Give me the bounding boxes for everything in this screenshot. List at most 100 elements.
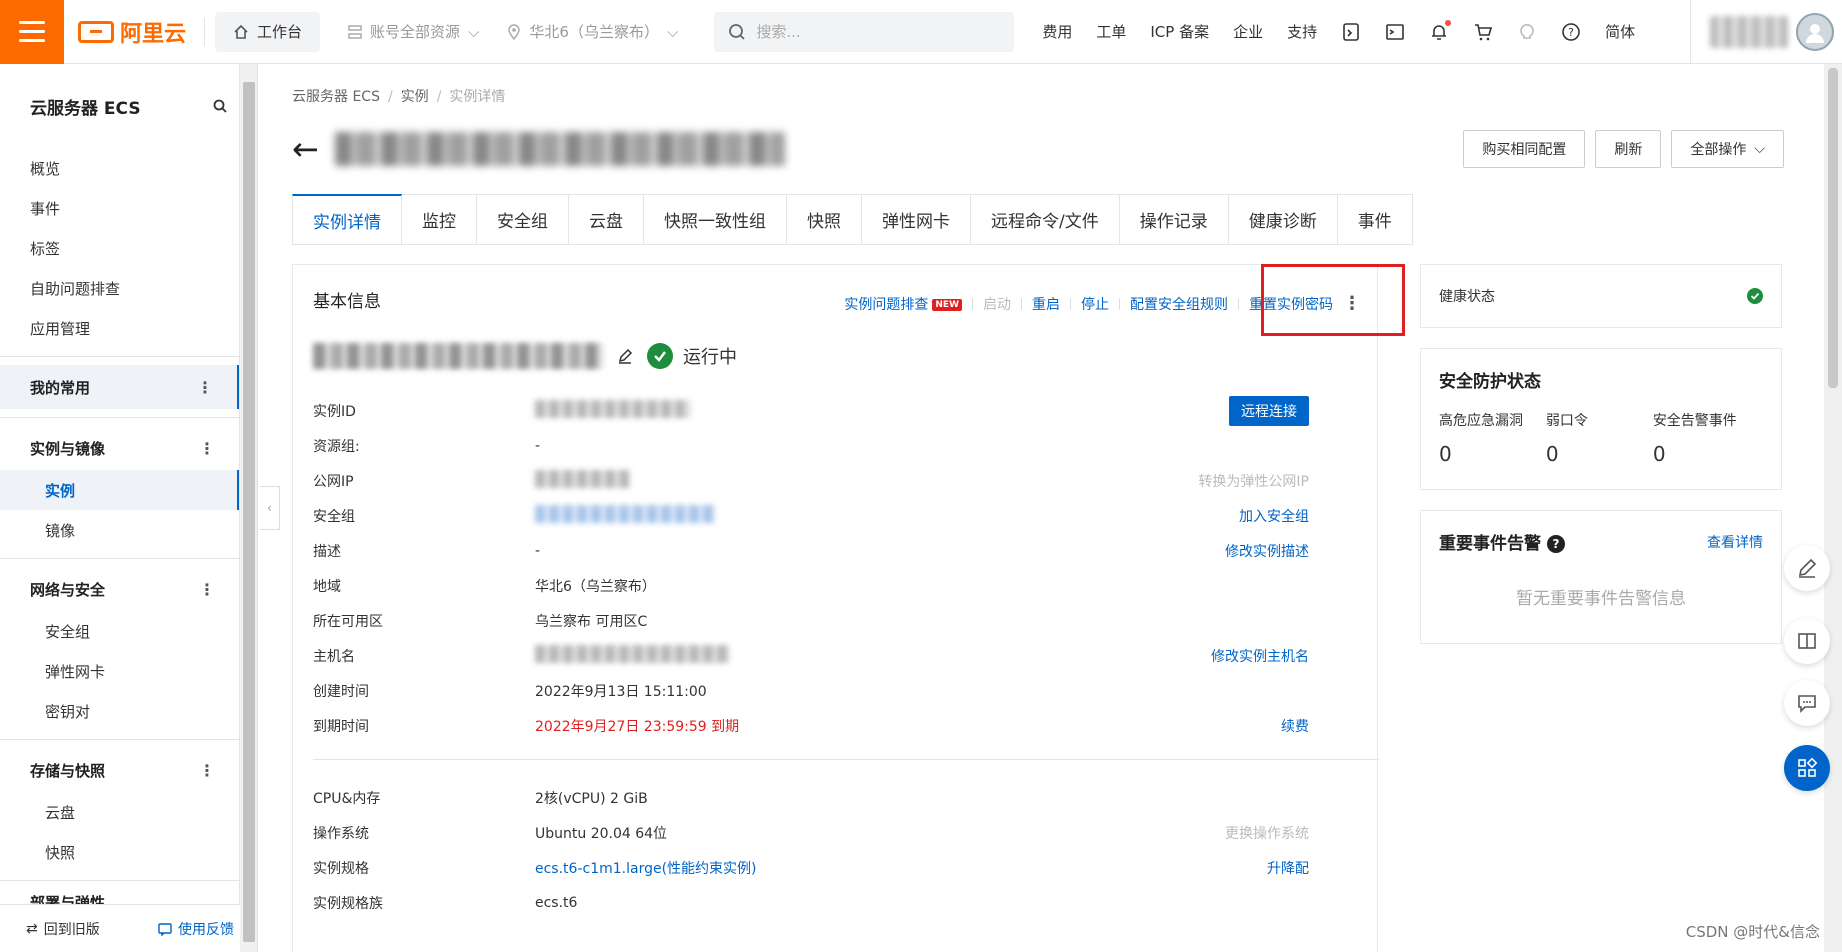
edit-hostname-link[interactable]: 修改实例主机名 bbox=[1211, 646, 1309, 666]
sidebar-item-disks[interactable]: 云盘 bbox=[0, 792, 239, 832]
feedback-link[interactable]: 使用反馈 bbox=[158, 919, 234, 939]
more-vertical-icon[interactable]: ⋮ bbox=[199, 439, 215, 458]
sidebar-item-keypairs[interactable]: 密钥对 bbox=[0, 691, 239, 731]
breadcrumb-current: 实例详情 bbox=[449, 89, 506, 105]
sidebar-item-overview[interactable]: 概览 bbox=[0, 148, 239, 188]
help-circle-icon[interactable]: ? bbox=[1561, 22, 1581, 42]
workbench-button[interactable]: 工作台 bbox=[215, 11, 321, 52]
remote-connect-button[interactable]: 远程连接 bbox=[1229, 395, 1309, 426]
sidebar-group-instances-images[interactable]: 实例与镜像 ⋮ bbox=[0, 426, 239, 470]
back-arrow-icon[interactable]: ← bbox=[292, 133, 319, 165]
convert-eip-link: 转换为弹性公网IP bbox=[1198, 473, 1309, 490]
more-vertical-icon[interactable]: ⋮ bbox=[199, 580, 215, 599]
search-icon[interactable] bbox=[213, 99, 227, 113]
stop-action[interactable]: 停止 bbox=[1081, 294, 1109, 314]
row-resource-group: 资源组: - bbox=[313, 437, 541, 455]
sidebar-scrollbar[interactable] bbox=[240, 64, 258, 952]
aliyun-logo[interactable]: 阿里云 bbox=[78, 16, 186, 48]
row-instance-family: 实例规格族 ecs.t6 bbox=[313, 894, 578, 912]
tab-disks[interactable]: 云盘 bbox=[569, 194, 644, 244]
header-actions: 购买相同配置 刷新 全部操作 ⌵ bbox=[1463, 130, 1784, 168]
view-details-link[interactable]: 查看详情 bbox=[1707, 532, 1763, 552]
global-search-input[interactable]: 搜索... bbox=[714, 11, 1015, 52]
edit-pencil-icon[interactable] bbox=[617, 348, 633, 364]
sidebar-item-images[interactable]: 镜像 bbox=[0, 510, 239, 550]
back-to-old-version-link[interactable]: ⇄ 回到旧版 bbox=[26, 919, 100, 939]
row-description: 描述 - 修改实例描述 bbox=[313, 541, 1309, 561]
hamburger-menu-button[interactable] bbox=[0, 0, 64, 64]
more-vertical-icon[interactable]: ⋮ bbox=[197, 378, 213, 397]
float-chat-button[interactable] bbox=[1784, 680, 1830, 726]
account-menu[interactable] bbox=[1690, 0, 1842, 64]
new-badge: NEW bbox=[932, 298, 962, 311]
tab-snapshot-consistency[interactable]: 快照一致性组 bbox=[644, 194, 787, 244]
buy-same-config-button[interactable]: 购买相同配置 bbox=[1463, 130, 1586, 168]
tab-eni[interactable]: 弹性网卡 bbox=[862, 194, 971, 244]
sidebar-item-security-groups[interactable]: 安全组 bbox=[0, 611, 239, 651]
resize-link[interactable]: 升降配 bbox=[1267, 858, 1309, 878]
top-link-support[interactable]: 支持 bbox=[1287, 21, 1317, 42]
sidebar-item-snapshots[interactable]: 快照 bbox=[0, 832, 239, 872]
top-link-icp[interactable]: ICP 备案 bbox=[1150, 21, 1209, 42]
language-switch[interactable]: 简体 bbox=[1605, 21, 1635, 42]
join-security-group-link[interactable]: 加入安全组 bbox=[1239, 506, 1309, 526]
resource-scope-select[interactable]: 账号全部资源 ⌵ bbox=[348, 21, 479, 42]
tab-instance-details[interactable]: 实例详情 bbox=[292, 194, 402, 244]
sidebar-item-tags[interactable]: 标签 bbox=[0, 228, 239, 268]
breadcrumb-instances[interactable]: 实例 bbox=[401, 89, 429, 105]
sidebar-group-network-security[interactable]: 网络与安全 ⋮ bbox=[0, 567, 239, 611]
renew-link[interactable]: 续费 bbox=[1281, 716, 1309, 736]
refresh-button[interactable]: 刷新 bbox=[1595, 130, 1662, 168]
security-item[interactable]: 弱口令 0 bbox=[1546, 410, 1653, 466]
troubleshoot-link[interactable]: 实例问题排查 NEW bbox=[844, 294, 962, 314]
tab-events[interactable]: 事件 bbox=[1337, 194, 1413, 244]
instance-spec-link[interactable]: ecs.t6-c1m1.large(性能约束实例) bbox=[535, 858, 757, 878]
sidebar-group-storage-snapshots[interactable]: 存储与快照 ⋮ bbox=[0, 748, 239, 792]
cart-icon[interactable] bbox=[1473, 22, 1493, 42]
security-group-redacted[interactable] bbox=[535, 504, 715, 523]
bell-icon[interactable] bbox=[1429, 19, 1452, 42]
float-docs-button[interactable] bbox=[1784, 618, 1830, 664]
tab-operation-logs[interactable]: 操作记录 bbox=[1119, 194, 1229, 244]
config-sg-rules-action[interactable]: 配置安全组规则 bbox=[1130, 294, 1228, 314]
basic-info-table: 实例ID 远程连接 资源组: - 公网IP 转换为弹性公网IP 安全组 加入安全… bbox=[313, 393, 1379, 920]
terminal-icon[interactable] bbox=[1385, 22, 1405, 42]
float-apps-button[interactable] bbox=[1784, 745, 1830, 791]
top-link-tickets[interactable]: 工单 bbox=[1096, 21, 1126, 42]
tab-remote-commands[interactable]: 远程命令/文件 bbox=[971, 194, 1120, 244]
lightbulb-icon[interactable] bbox=[1517, 22, 1537, 42]
basic-info-title: 基本信息 bbox=[313, 292, 381, 312]
top-link-billing[interactable]: 费用 bbox=[1042, 21, 1072, 42]
edit-description-link[interactable]: 修改实例描述 bbox=[1225, 541, 1309, 561]
tab-snapshots[interactable]: 快照 bbox=[787, 194, 862, 244]
security-item[interactable]: 安全告警事件 0 bbox=[1653, 410, 1760, 466]
row-zone: 所在可用区 乌兰察布 可用区C bbox=[313, 613, 648, 630]
region-select[interactable]: 华北6（乌兰察布） ⌵ bbox=[507, 21, 678, 42]
sidebar-item-instances[interactable]: 实例 bbox=[0, 470, 239, 510]
tab-security-groups[interactable]: 安全组 bbox=[477, 194, 569, 244]
security-item[interactable]: 高危应急漏洞 0 bbox=[1439, 410, 1546, 466]
restart-action[interactable]: 重启 bbox=[1032, 294, 1060, 314]
svg-text:?: ? bbox=[1568, 26, 1574, 39]
cloud-shell-icon[interactable] bbox=[1341, 22, 1361, 42]
user-avatar[interactable] bbox=[1796, 13, 1834, 51]
tab-monitoring[interactable]: 监控 bbox=[402, 194, 477, 244]
main-scrollbar[interactable] bbox=[1824, 64, 1842, 952]
help-icon[interactable]: ? bbox=[1547, 535, 1565, 553]
sidebar-scroll-thumb[interactable] bbox=[243, 82, 255, 942]
tab-health-diagnosis[interactable]: 健康诊断 bbox=[1228, 194, 1338, 244]
sidebar-item-app-management[interactable]: 应用管理 bbox=[0, 308, 239, 348]
sidebar-item-troubleshoot[interactable]: 自助问题排查 bbox=[0, 268, 239, 308]
sidebar-item-eni[interactable]: 弹性网卡 bbox=[0, 651, 239, 691]
breadcrumb-ecs[interactable]: 云服务器 ECS bbox=[292, 89, 380, 105]
all-operations-dropdown[interactable]: 全部操作 ⌵ bbox=[1671, 130, 1784, 168]
sidebar-group-favorites[interactable]: 我的常用 ⋮ bbox=[0, 365, 239, 409]
top-link-enterprise[interactable]: 企业 bbox=[1233, 21, 1263, 42]
float-edit-button[interactable] bbox=[1784, 545, 1830, 591]
more-vertical-icon[interactable]: ⋮ bbox=[199, 761, 215, 780]
main-scroll-thumb[interactable] bbox=[1828, 68, 1838, 388]
collapse-sidebar-toggle[interactable]: ‹ bbox=[260, 486, 280, 530]
no-events-message: 暂无重要事件告警信息 bbox=[1516, 589, 1686, 609]
sidebar-item-events[interactable]: 事件 bbox=[0, 188, 239, 228]
top-navbar: 阿里云 工作台 账号全部资源 ⌵ 华北6（乌兰察布） ⌵ 搜索... 费用 工单… bbox=[0, 0, 1842, 64]
